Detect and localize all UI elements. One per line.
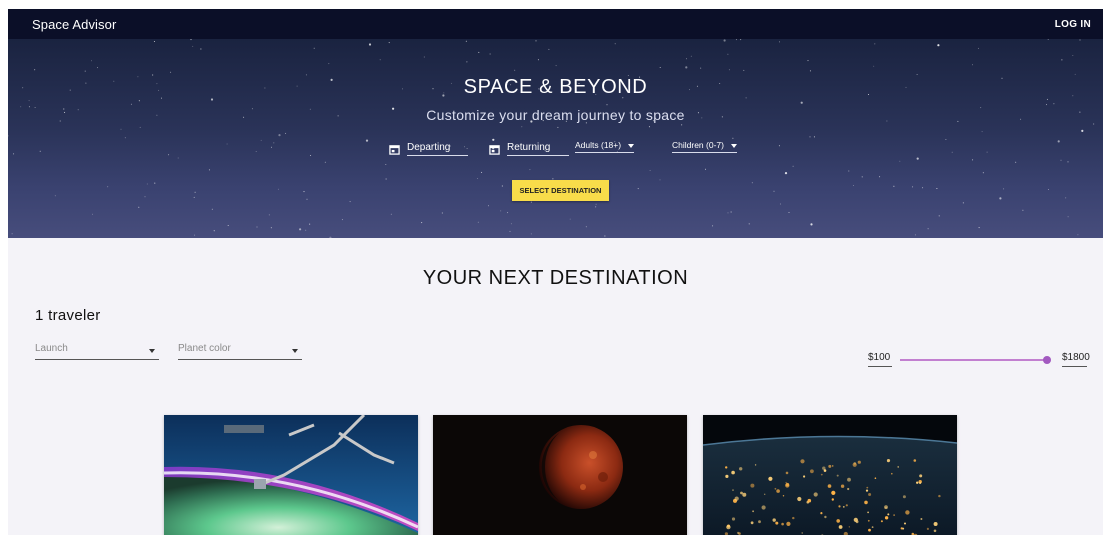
red-planet-image	[433, 415, 687, 535]
select-destination-button[interactable]: SELECT DESTINATION	[512, 180, 609, 201]
chevron-down-icon	[149, 349, 155, 353]
calendar-icon	[389, 144, 400, 155]
app-title: Space Advisor	[32, 16, 117, 32]
aurora-image	[164, 415, 418, 535]
departing-date-field[interactable]: Departing	[389, 141, 468, 157]
earth-night-image	[703, 415, 957, 535]
chevron-down-icon	[628, 143, 635, 148]
login-button[interactable]: LOG IN	[1055, 19, 1091, 30]
planet-color-filter-select[interactable]: Planet color	[178, 340, 302, 360]
price-max-input[interactable]: $1800	[1062, 352, 1090, 367]
returning-label: Returning	[507, 142, 569, 156]
destination-card-earth-night[interactable]	[703, 415, 957, 535]
children-label: Children (0-7)	[672, 140, 724, 150]
chevron-down-icon	[292, 349, 298, 353]
destination-card-aurora[interactable]	[164, 415, 418, 535]
adults-label: Adults (18+)	[575, 140, 622, 150]
app-frame: Space Advisor LOG IN SPACE & BEYOND Cust…	[8, 9, 1103, 535]
children-select-value: Children (0-7)	[672, 140, 737, 153]
planet-color-placeholder: Planet color	[178, 343, 231, 354]
travelers-count: 1 traveler	[35, 307, 101, 324]
section-title: YOUR NEXT DESTINATION	[422, 267, 689, 289]
adults-select-value: Adults (18+)	[575, 140, 635, 153]
hero-title: SPACE & BEYOND	[463, 76, 648, 98]
adults-select[interactable]: Adults (18+)	[575, 140, 635, 153]
calendar-icon	[489, 144, 500, 155]
starfield-background	[8, 39, 1095, 238]
price-slider-thumb[interactable]	[1043, 356, 1051, 364]
launch-placeholder: Launch	[35, 343, 68, 354]
returning-date-field[interactable]: Returning	[489, 141, 569, 157]
children-select[interactable]: Children (0-7)	[672, 140, 737, 153]
hero-subtitle: Customize your dream journey to space	[426, 107, 685, 123]
price-range-slider[interactable]	[900, 359, 1046, 361]
departing-label: Departing	[407, 142, 468, 156]
price-min-input[interactable]: $100	[868, 352, 892, 367]
app-bar: Space Advisor LOG IN	[8, 9, 1103, 39]
launch-filter-select[interactable]: Launch	[35, 340, 159, 360]
chevron-down-icon	[730, 143, 737, 148]
destination-card-red-planet[interactable]	[433, 415, 687, 535]
hero-banner: SPACE & BEYOND Customize your dream jour…	[8, 39, 1103, 238]
